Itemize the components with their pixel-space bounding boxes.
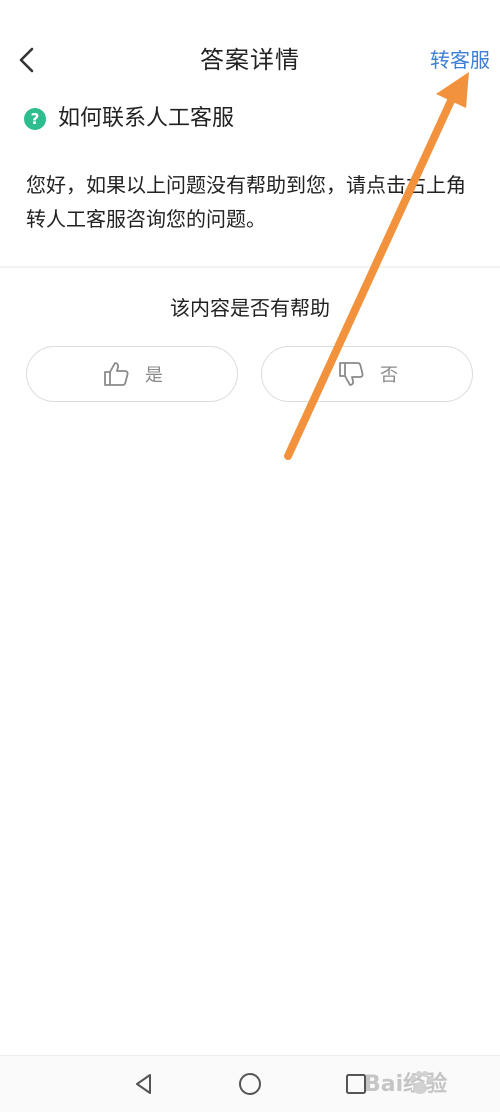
triangle-back-icon	[136, 1074, 151, 1094]
thumbs-up-icon	[104, 362, 129, 386]
question-title: 如何联系人工客服	[58, 106, 235, 131]
answer-text: 您好，如果以上问题没有帮助到您，请点击右上角转人工客服咨询您的问题。	[26, 173, 466, 231]
helpful-yes-label: 是	[145, 365, 163, 386]
nav-home-button[interactable]	[234, 1068, 266, 1100]
svg-text:Bai经验: Bai经验	[364, 1071, 447, 1097]
transfer-to-agent-link[interactable]: 转客服	[430, 44, 490, 76]
nav-back-button[interactable]	[128, 1068, 160, 1100]
header-bar: 答案详情 转客服	[0, 0, 500, 120]
page-title: 答案详情	[200, 46, 300, 74]
annotation-arrow	[284, 72, 469, 460]
thumbs-down-icon	[339, 362, 364, 386]
helpful-yes-button[interactable]: 是	[26, 346, 238, 402]
circle-home-icon	[239, 1073, 261, 1095]
question-heading: ? 如何联系人工客服	[24, 104, 234, 134]
section-divider	[0, 266, 500, 268]
helpful-no-label: 否	[380, 365, 398, 386]
helpful-no-button[interactable]: 否	[261, 346, 473, 402]
baidu-paw-icon: Bai经验	[364, 1071, 447, 1097]
feedback-title: 该内容是否有帮助	[170, 296, 330, 320]
question-circle-icon: ?	[24, 108, 46, 130]
baidu-jingyan-watermark: Bai经验	[362, 1058, 492, 1106]
